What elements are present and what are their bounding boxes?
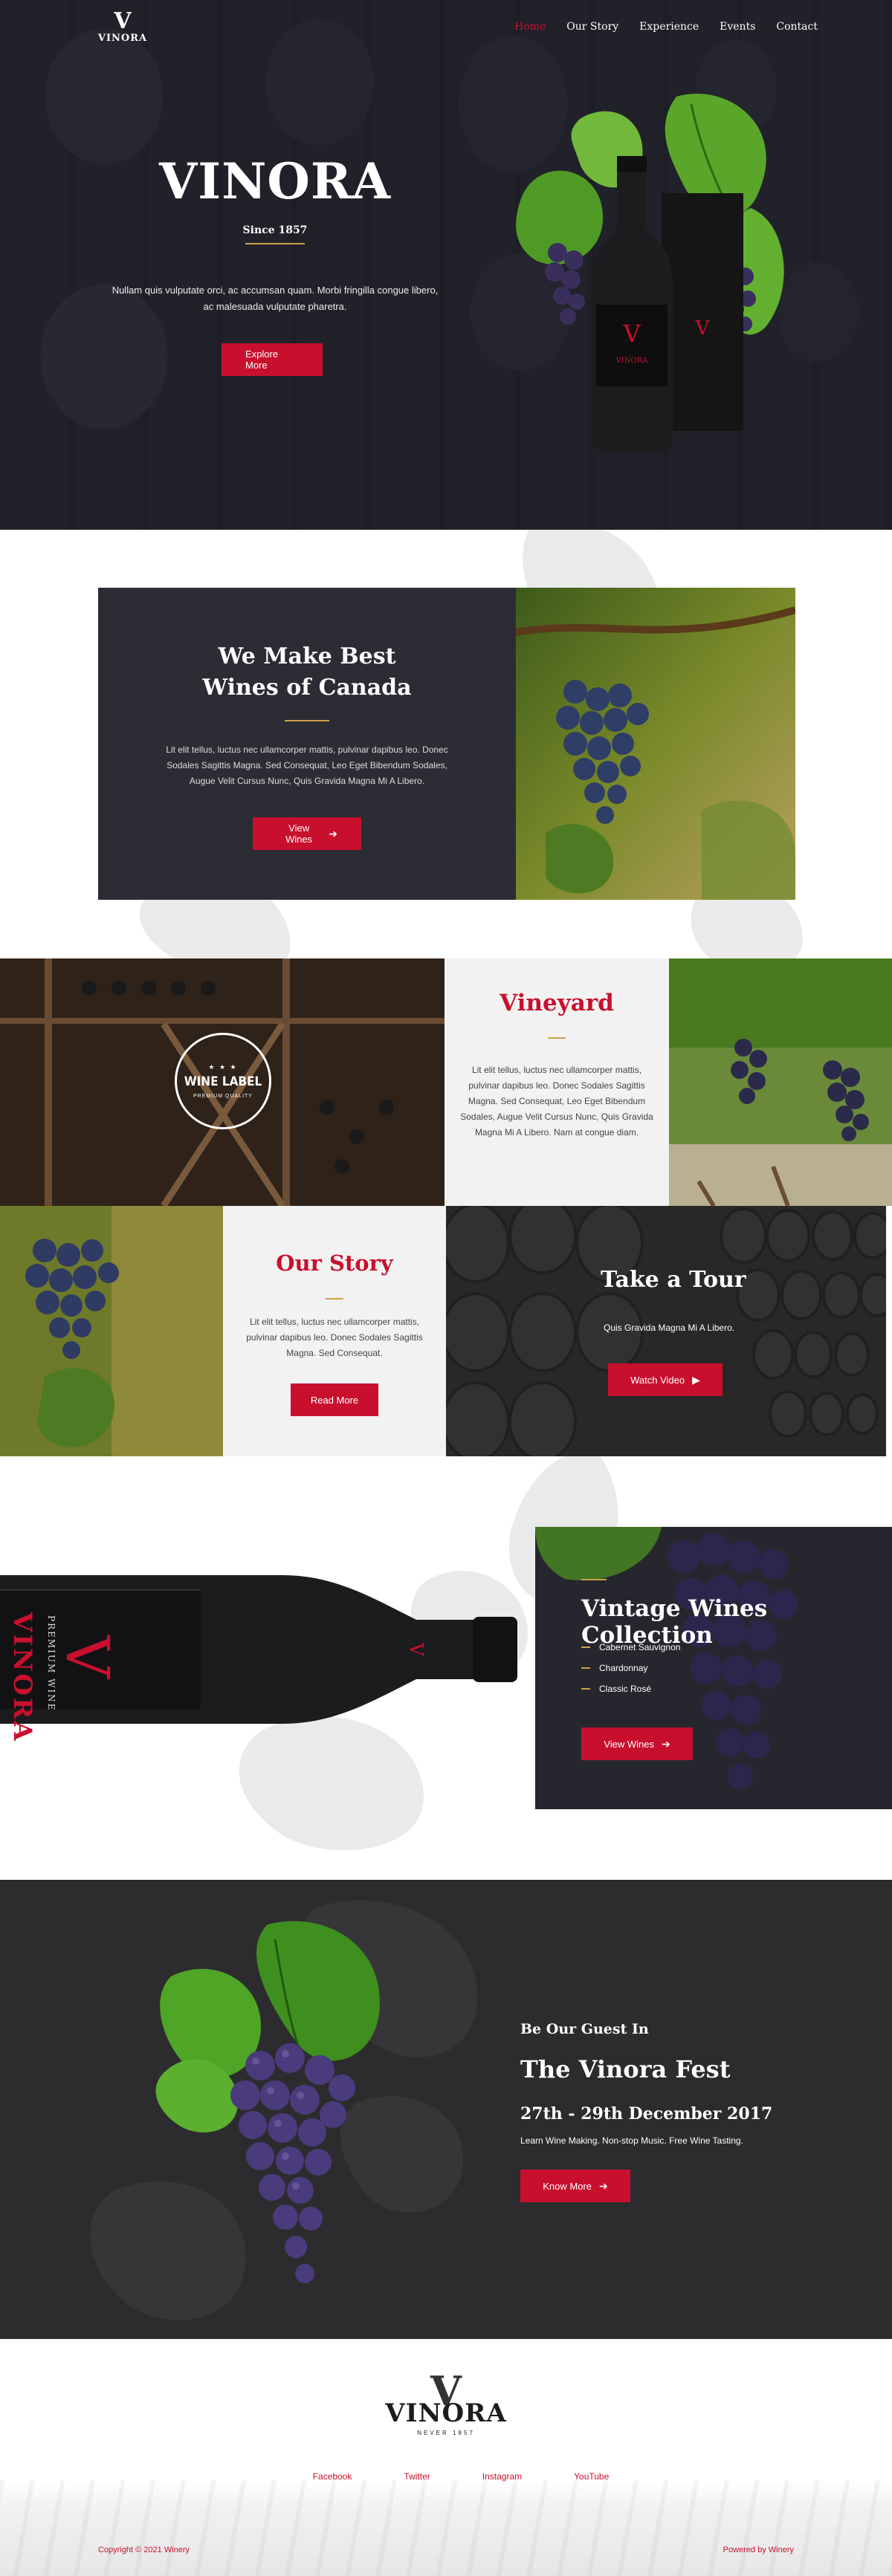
arrow-right-icon: ➔	[329, 827, 337, 840]
svg-text:V: V	[53, 1635, 122, 1679]
play-icon: ▶	[692, 1373, 700, 1386]
arrow-right-icon: ➔	[599, 2179, 608, 2192]
about-title-line1: We Make Best	[218, 643, 396, 669]
watch-video-button[interactable]: Watch Video ▶	[608, 1363, 723, 1396]
nav-events[interactable]: Events	[720, 21, 755, 33]
vineyard-divider	[548, 1037, 566, 1039]
take-a-tour-tile: Take a Tour Quis Gravida Magna Mi A Libe…	[446, 1206, 886, 1456]
svg-text:V: V	[406, 1642, 427, 1656]
about-divider	[285, 720, 329, 721]
nav-home[interactable]: Home	[514, 21, 546, 33]
wine-cellar-tile: ★ ★ ★ WINE LABEL PREMIUM QUALITY	[0, 958, 445, 1206]
our-story-title: Our Story	[276, 1250, 393, 1276]
hero-bottle-image: V V VINORA	[505, 82, 788, 453]
collection-section: V V VINORA PREMIUM WINE Vintage Wines Co…	[0, 1456, 892, 1880]
vineyard-image	[669, 958, 892, 1206]
wine-bottle-image: V V VINORA PREMIUM WINE	[0, 1568, 535, 1743]
copyright-text: Copyright © 2021 Winery	[98, 2546, 190, 2554]
our-story-text: Lit elit tellus, luctus nec ullamcorper …	[246, 1317, 423, 1358]
explore-more-button[interactable]: Explore More	[222, 343, 323, 376]
vineyard-tile: Vineyard Lit elit tellus, luctus nec ull…	[445, 958, 669, 1206]
take-a-tour-title: Take a Tour	[601, 1267, 746, 1293]
collection-item: Cabernet Sauvignon	[581, 1637, 680, 1658]
facebook-link[interactable]: Facebook	[313, 2471, 352, 2482]
collection-card: Vintage Wines Collection Cabernet Sauvig…	[535, 1527, 892, 1809]
collection-divider	[581, 1579, 607, 1580]
fest-kicker: Be Our Guest In	[520, 2021, 649, 2037]
fest-title: The Vinora Fest	[520, 2055, 731, 2083]
hero-title: VINORA	[159, 152, 391, 210]
stars-icon: ★ ★ ★	[208, 1063, 238, 1071]
watch-video-label: Watch Video	[630, 1374, 685, 1386]
arrow-right-icon: ➔	[661, 1737, 670, 1750]
about-title: We Make Best Wines of Canada	[98, 641, 516, 704]
svg-text:V: V	[622, 319, 641, 348]
fest-section: Be Our Guest In The Vinora Fest 27th - 2…	[0, 1880, 892, 2339]
logo-text: VINORA	[97, 33, 148, 44]
take-a-tour-text: Quis Gravida Magna Mi A Libero.	[604, 1323, 735, 1333]
vineyard-text: Lit elit tellus, luctus nec ullamcorper …	[460, 1065, 653, 1138]
grapes-vine-image	[516, 588, 795, 900]
twitter-link[interactable]: Twitter	[404, 2471, 430, 2482]
instagram-link[interactable]: Instagram	[482, 2471, 522, 2482]
vineyard-fields-background	[0, 2480, 892, 2576]
footer-logo-sub: NEVER 1857	[417, 2430, 475, 2436]
footer-logo-text: VINORA	[385, 2398, 507, 2428]
nav-our-story[interactable]: Our Story	[566, 21, 618, 33]
fest-text: Learn Wine Making. Non-stop Music. Free …	[520, 2135, 743, 2146]
svg-text:V: V	[695, 317, 711, 340]
grapes-image	[0, 1206, 223, 1456]
know-more-button[interactable]: Know More ➔	[520, 2170, 630, 2202]
collection-view-wines-label: View Wines	[604, 1738, 654, 1750]
about-title-line2: Wines of Canada	[202, 675, 412, 701]
fest-date: 27th - 29th December 2017	[520, 2104, 773, 2124]
site-footer: V VINORA NEVER 1857 Facebook Twitter Ins…	[0, 2339, 892, 2576]
about-card: We Make Best Wines of Canada Lit elit te…	[98, 588, 516, 900]
svg-text:VINORA: VINORA	[615, 357, 649, 365]
hero-divider	[245, 243, 305, 244]
view-wines-label: View Wines	[285, 823, 313, 845]
read-more-button[interactable]: Read More	[291, 1383, 378, 1416]
hero-since: Since 1857	[242, 224, 308, 236]
main-nav: Home Our Story Experience Events Contact	[514, 21, 818, 33]
our-story-tile: Our Story Lit elit tellus, luctus nec ul…	[223, 1206, 446, 1456]
know-more-label: Know More	[543, 2180, 592, 2192]
our-story-divider	[326, 1298, 343, 1300]
vineyard-title: Vineyard	[500, 990, 614, 1016]
wine-label-subtext: PREMIUM QUALITY	[193, 1094, 253, 1099]
nav-experience[interactable]: Experience	[639, 21, 699, 33]
about-text: Lit elit tellus, luctus nec ullamcorper …	[166, 744, 448, 786]
wine-label-text: WINE LABEL	[184, 1074, 262, 1089]
powered-by-text: Powered by Winery	[723, 2546, 794, 2554]
hero-section: V VINORA Home Our Story Experience Event…	[0, 0, 892, 530]
collection-list: Cabernet Sauvignon Chardonnay Classic Ro…	[581, 1637, 680, 1699]
collection-item: Classic Rosé	[581, 1678, 680, 1699]
about-section: We Make Best Wines of Canada Lit elit te…	[0, 530, 892, 958]
nav-contact[interactable]: Contact	[776, 21, 818, 33]
collection-view-wines-button[interactable]: View Wines ➔	[581, 1727, 693, 1760]
collection-item: Chardonnay	[581, 1658, 680, 1678]
footer-social-links: Facebook Twitter Instagram YouTube	[0, 2471, 892, 2482]
features-grid: ★ ★ ★ WINE LABEL PREMIUM QUALITY Vineyar…	[0, 958, 892, 1456]
site-logo[interactable]: V VINORA	[97, 8, 149, 45]
bottle-brand-text: VINORA	[7, 1612, 37, 1743]
logo-letter: V	[114, 8, 132, 34]
footer-logo[interactable]: V VINORA NEVER 1857	[379, 2367, 513, 2436]
wine-label-badge: ★ ★ ★ WINE LABEL PREMIUM QUALITY	[175, 1033, 271, 1129]
bottle-sub-text: PREMIUM WINE	[46, 1615, 56, 1712]
view-wines-button[interactable]: View Wines ➔	[253, 817, 361, 850]
hero-text: Nullam quis vulputate orci, ac accumsan …	[112, 285, 439, 312]
youtube-link[interactable]: YouTube	[574, 2471, 609, 2482]
